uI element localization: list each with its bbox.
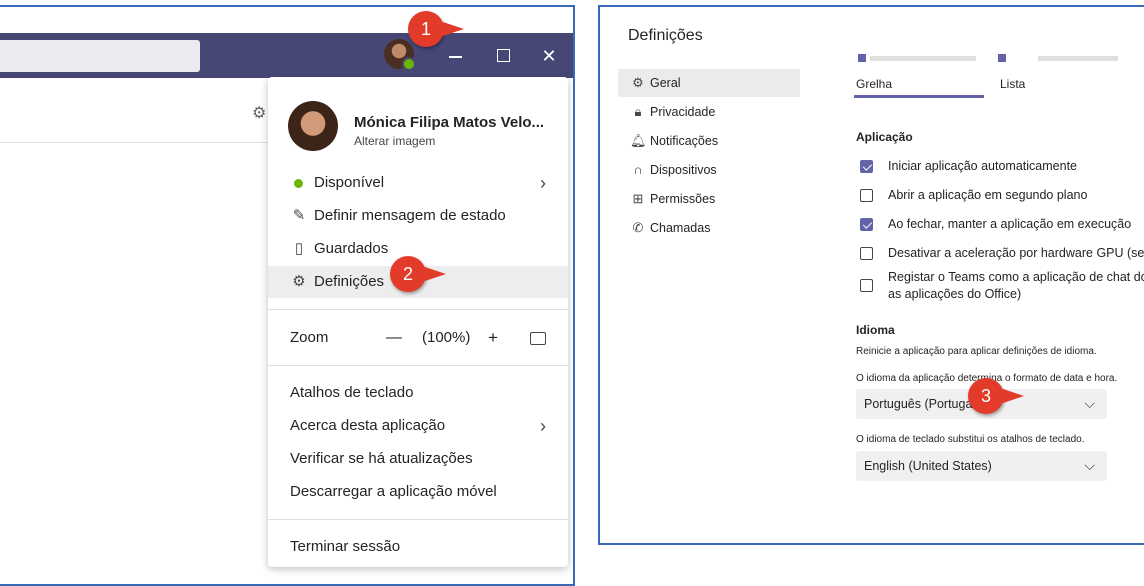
- checkbox-checked[interactable]: [860, 160, 873, 173]
- bookmark-icon: ▯: [294, 240, 304, 257]
- lock-icon: 🔒︎: [634, 104, 642, 119]
- about-item[interactable]: Acerca desta aplicação ›: [268, 410, 568, 442]
- nav-item-general[interactable]: ⚙ Geral: [618, 69, 800, 97]
- checkbox-label: Registar o Teams como a aplicação de cha…: [888, 270, 1144, 284]
- layout-list-option[interactable]: Lista: [998, 51, 1120, 95]
- gear-icon: ⚙: [632, 75, 644, 90]
- layout-thumbnail: [1038, 56, 1118, 61]
- section-application: Aplicação: [856, 130, 913, 144]
- search-input[interactable]: [0, 40, 200, 72]
- nav-label: Dispositivos: [650, 163, 717, 177]
- profile-avatar[interactable]: [288, 101, 338, 151]
- layout-grid-label: Grelha: [856, 77, 893, 91]
- nav-label: Privacidade: [650, 105, 716, 119]
- divider: [0, 142, 275, 143]
- nav-item-calls[interactable]: ✆ Chamadas: [618, 214, 800, 242]
- status-label: Disponível: [314, 174, 385, 191]
- headset-icon: ∩: [633, 162, 643, 177]
- teams-window-left: ✕ ⚙ Mónica Filipa Matos Velo... Alterar …: [0, 5, 575, 586]
- zoom-value: (100%): [422, 329, 471, 346]
- checkbox-label: Desativar a aceleração por hardware GPU …: [888, 246, 1144, 260]
- layout-list-label: Lista: [1000, 77, 1026, 91]
- chevron-down-icon: ⌵: [1084, 395, 1095, 411]
- chevron-right-icon: ›: [540, 416, 546, 436]
- zoom-label: Zoom: [290, 329, 329, 346]
- minimize-button[interactable]: [440, 41, 470, 71]
- checkbox-register-chat[interactable]: Registar o Teams como a aplicação de cha…: [856, 269, 1144, 303]
- keyboard-shortcuts-item[interactable]: Atalhos de teclado: [268, 377, 568, 409]
- keyboard-language-dropdown[interactable]: English (United States) ⌵: [856, 451, 1107, 481]
- dropdown-value: Português (Portugal): [864, 397, 980, 411]
- set-status-message-label: Definir mensagem de estado: [314, 207, 506, 224]
- callout-badge-2: 2: [390, 256, 446, 292]
- nav-item-notifications[interactable]: 🔔︎ Notificações: [618, 127, 800, 155]
- chevron-down-icon: ⌵: [1084, 457, 1095, 473]
- profile-avatar-button[interactable]: [384, 39, 416, 71]
- profile-menu: Mónica Filipa Matos Velo... Alterar imag…: [268, 77, 568, 567]
- checkbox-unchecked[interactable]: [860, 189, 873, 202]
- phone-icon: ✆: [632, 220, 644, 235]
- divider: [268, 309, 568, 310]
- callout-badge-3: 3: [968, 378, 1024, 414]
- nav-item-permissions[interactable]: ⊞ Permissões: [618, 185, 800, 213]
- checkbox-label: Ao fechar, manter a aplicação em execuçã…: [888, 217, 1132, 231]
- sign-out-label: Terminar sessão: [290, 538, 401, 555]
- zoom-row: Zoom — (100%) +: [268, 323, 568, 353]
- dropdown-value: English (United States): [864, 459, 992, 473]
- set-status-message-item[interactable]: ✎ Definir mensagem de estado: [268, 200, 568, 232]
- restart-note: Reinicie a aplicação para aplicar defini…: [856, 346, 1097, 357]
- checkbox-checked[interactable]: [860, 218, 873, 231]
- status-menu-item[interactable]: Disponível ›: [268, 167, 568, 199]
- gear-icon: ⚙: [292, 273, 306, 290]
- layout-grid-option[interactable]: Grelha: [854, 51, 984, 98]
- section-language: Idioma: [856, 323, 895, 337]
- settings-label: Definições: [314, 273, 385, 290]
- layout-thumbnail: [998, 54, 1006, 62]
- nav-item-devices[interactable]: ∩ Dispositivos: [618, 156, 800, 184]
- checkbox-unchecked[interactable]: [860, 247, 873, 260]
- nav-label: Geral: [650, 76, 681, 90]
- nav-label: Chamadas: [650, 221, 711, 235]
- about-label: Acerca desta aplicação: [290, 417, 446, 434]
- settings-window: Definições ⚙ Geral 🔒︎ Privacidade 🔔︎ Not…: [598, 5, 1144, 545]
- maximize-button[interactable]: [488, 41, 518, 71]
- layout-thumbnail: [870, 56, 976, 61]
- nav-item-privacy[interactable]: 🔒︎ Privacidade: [618, 98, 800, 126]
- bell-icon: 🔔︎: [630, 133, 647, 148]
- checkbox-label: Iniciar aplicação automaticamente: [888, 159, 1077, 173]
- saved-label: Guardados: [314, 240, 389, 257]
- download-mobile-label: Descarregar a aplicação móvel: [290, 483, 497, 500]
- chevron-right-icon: ›: [540, 173, 546, 193]
- divider: [268, 365, 568, 366]
- available-status-icon: [294, 179, 303, 188]
- fullscreen-icon[interactable]: [530, 332, 546, 345]
- checkbox-unchecked[interactable]: [860, 279, 873, 292]
- zoom-in-button[interactable]: +: [488, 323, 498, 353]
- keyboard-shortcuts-label: Atalhos de teclado: [290, 384, 414, 401]
- nav-label: Permissões: [650, 192, 716, 206]
- settings-title: Definições: [628, 27, 703, 44]
- checkbox-label: Abrir a aplicação em segundo plano: [888, 188, 1088, 202]
- profile-name: Mónica Filipa Matos Velo...: [354, 114, 545, 131]
- divider: [268, 519, 568, 520]
- sign-out-item[interactable]: Terminar sessão: [268, 531, 568, 563]
- zoom-out-button[interactable]: —: [386, 323, 402, 353]
- change-image-link[interactable]: Alterar imagem: [354, 134, 435, 148]
- close-button[interactable]: ✕: [534, 41, 564, 71]
- callout-badge-1: 1: [408, 11, 464, 47]
- checkbox-label-continued: as aplicações do Office): [888, 287, 1022, 301]
- status-available-icon: [402, 57, 416, 71]
- title-bar: ✕: [0, 33, 573, 78]
- nav-label: Notificações: [650, 134, 719, 148]
- edit-message-icon: ✎: [292, 207, 306, 224]
- keyboard-language-note: O idioma de teclado substitui os atalhos…: [856, 434, 1085, 445]
- check-updates-item[interactable]: Verificar se há atualizações: [268, 443, 568, 475]
- apps-icon: ⊞: [632, 191, 644, 206]
- download-mobile-item[interactable]: Descarregar a aplicação móvel: [268, 476, 568, 508]
- layout-thumbnail: [858, 54, 866, 62]
- check-updates-label: Verificar se há atualizações: [290, 450, 473, 467]
